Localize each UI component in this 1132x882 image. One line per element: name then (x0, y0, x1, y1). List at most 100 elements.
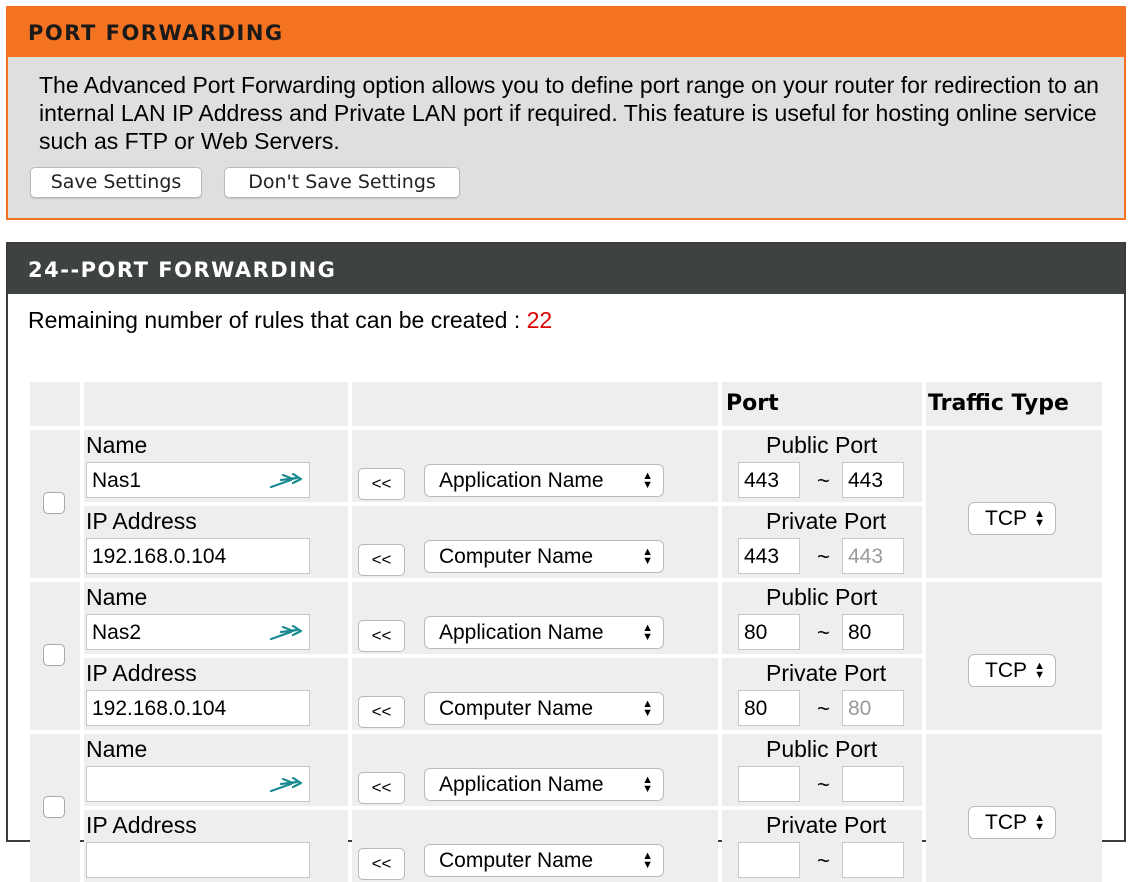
name-input[interactable] (86, 766, 310, 802)
private-port-end-input: 443 (842, 538, 904, 574)
rule-name-cell: Name Nas1 (84, 430, 348, 502)
public-port-end-input[interactable] (842, 766, 904, 802)
private-port-start-input[interactable]: 443 (738, 538, 800, 574)
intro-panel: PORT FORWARDING The Advanced Port Forwar… (6, 6, 1126, 220)
rule-ip-cell: IP Address 192.168.0.104 (84, 506, 348, 578)
select-value: Application Name (439, 621, 604, 644)
private-port-start-input[interactable] (738, 842, 800, 878)
public-port-start-input[interactable]: 80 (738, 614, 800, 650)
select-value: Computer Name (439, 849, 594, 872)
header-cell-port: Port (722, 382, 922, 426)
traffic-type-value: TCP (985, 811, 1027, 834)
ip-address-label: IP Address (86, 660, 197, 686)
rule-name-cell: Name Nas2 (84, 582, 348, 654)
name-input[interactable]: Nas1 (86, 462, 310, 498)
ip-address-label: IP Address (86, 812, 197, 838)
app-select-cell: << Application Name ▲ ▼ (352, 734, 718, 806)
traffic-type-select[interactable]: TCP ▲ ▼ (968, 654, 1056, 687)
name-label: Name (86, 432, 148, 458)
copy-computer-name-button[interactable]: << (358, 848, 405, 880)
private-port-end-input: 80 (842, 690, 904, 726)
rule-name-cell: Name (84, 734, 348, 806)
up-down-arrows-icon: ▲ ▼ (642, 470, 653, 491)
header-cell-name (84, 382, 348, 426)
computer-name-select[interactable]: Computer Name ▲ ▼ (424, 540, 664, 573)
computer-select-cell: << Computer Name ▲ ▼ (352, 810, 718, 882)
select-value: Computer Name (439, 545, 594, 568)
copy-computer-name-button[interactable]: << (358, 696, 405, 728)
rule-traffic-cell: TCP ▲ ▼ (926, 430, 1102, 578)
header-cell-checkbox (30, 382, 80, 426)
traffic-type-select[interactable]: TCP ▲ ▼ (968, 806, 1056, 839)
ip-value: 192.168.0.104 (92, 545, 227, 568)
name-input[interactable]: Nas2 (86, 614, 310, 650)
arrow-icon (269, 621, 303, 643)
private-port-label: Private Port (766, 812, 887, 838)
intro-description: The Advanced Port Forwarding option allo… (39, 72, 1099, 154)
rule-checkbox[interactable] (43, 796, 65, 818)
computer-name-select[interactable]: Computer Name ▲ ▼ (424, 844, 664, 877)
up-down-arrows-icon: ▲ ▼ (642, 774, 653, 795)
application-name-select[interactable]: Application Name ▲ ▼ (424, 464, 664, 497)
port-forwarding-header: 24--PORT FORWARDING (8, 244, 1124, 294)
dont-save-settings-button[interactable]: Don't Save Settings (224, 167, 460, 198)
copy-computer-name-button[interactable]: << (358, 544, 405, 576)
ip-value: 192.168.0.104 (92, 697, 227, 720)
ip-address-label: IP Address (86, 508, 197, 534)
header-traffic-type: Traffic Type (928, 391, 1069, 416)
select-value: Application Name (439, 773, 604, 796)
up-down-arrows-icon: ▲ ▼ (642, 850, 653, 871)
rule-traffic-cell: TCP ▲ ▼ (926, 734, 1102, 882)
application-name-select[interactable]: Application Name ▲ ▼ (424, 768, 664, 801)
public-port-cell: Public Port 443 ~ 443 (722, 430, 922, 502)
computer-name-select[interactable]: Computer Name ▲ ▼ (424, 692, 664, 725)
rule-ip-cell: IP Address 192.168.0.104 (84, 658, 348, 730)
copy-app-name-button[interactable]: << (358, 772, 405, 804)
range-separator: ~ (817, 620, 830, 645)
application-name-select[interactable]: Application Name ▲ ▼ (424, 616, 664, 649)
range-separator: ~ (817, 696, 830, 721)
port-start-value: 80 (744, 697, 768, 720)
save-settings-button[interactable]: Save Settings (30, 167, 202, 198)
up-down-arrows-icon: ▲ ▼ (642, 622, 653, 643)
private-port-start-input[interactable]: 80 (738, 690, 800, 726)
ip-address-input[interactable]: 192.168.0.104 (86, 538, 310, 574)
computer-select-cell: << Computer Name ▲ ▼ (352, 506, 718, 578)
copy-app-name-button[interactable]: << (358, 620, 405, 652)
rule-checkbox-cell (30, 734, 80, 882)
header-cell-traffic: Traffic Type (926, 382, 1102, 426)
traffic-type-value: TCP (985, 507, 1027, 530)
public-port-start-input[interactable]: 443 (738, 462, 800, 498)
port-end-value: 80 (848, 697, 872, 720)
copy-app-name-button[interactable]: << (358, 468, 405, 500)
header-port: Port (726, 391, 779, 416)
ip-address-input[interactable]: 192.168.0.104 (86, 690, 310, 726)
traffic-type-select[interactable]: TCP ▲ ▼ (968, 502, 1056, 535)
public-port-label: Public Port (766, 584, 878, 610)
name-label: Name (86, 736, 148, 762)
public-port-end-input[interactable]: 443 (842, 462, 904, 498)
remaining-count: 22 (526, 307, 553, 333)
rule-checkbox[interactable] (43, 492, 65, 514)
rule-checkbox-cell (30, 430, 80, 578)
public-port-cell: Public Port 80 ~ 80 (722, 582, 922, 654)
public-port-start-input[interactable] (738, 766, 800, 802)
up-down-arrows-icon: ▲ ▼ (1034, 508, 1045, 529)
arrow-icon (269, 469, 303, 491)
private-port-label: Private Port (766, 508, 887, 534)
rule-checkbox[interactable] (43, 644, 65, 666)
port-end-value: 443 (848, 545, 884, 568)
app-select-cell: << Application Name ▲ ▼ (352, 582, 718, 654)
ip-address-input[interactable] (86, 842, 310, 878)
public-port-label: Public Port (766, 736, 878, 762)
port-start-value: 443 (744, 545, 780, 568)
range-separator: ~ (817, 544, 830, 569)
intro-header: PORT FORWARDING (8, 8, 1124, 57)
public-port-label: Public Port (766, 432, 878, 458)
section-title: 24--PORT FORWARDING (28, 258, 337, 282)
private-port-cell: Private Port 443 ~ 443 (722, 506, 922, 578)
remaining-rules: Remaining number of rules that can be cr… (28, 307, 552, 334)
select-value: Computer Name (439, 697, 594, 720)
public-port-end-input[interactable]: 80 (842, 614, 904, 650)
up-down-arrows-icon: ▲ ▼ (642, 546, 653, 567)
